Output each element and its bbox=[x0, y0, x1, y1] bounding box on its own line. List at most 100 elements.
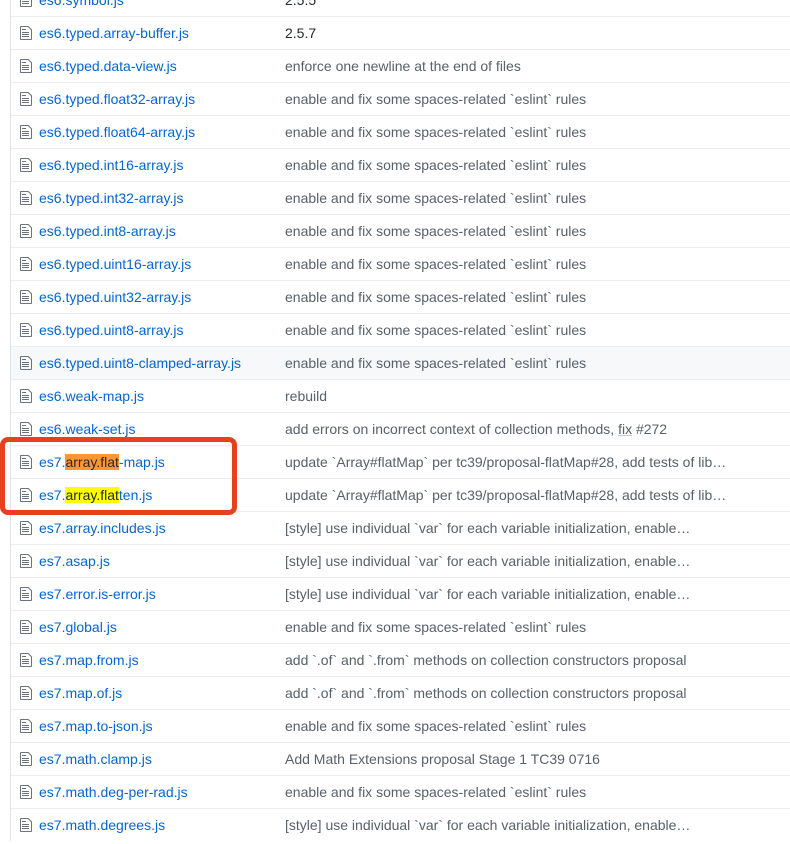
file-name-text: es6.symbol.js bbox=[39, 0, 124, 8]
file-name-link[interactable]: es6.typed.array-buffer.js bbox=[39, 25, 189, 41]
file-name-link[interactable]: es6.typed.uint16-array.js bbox=[39, 256, 191, 272]
file-name-link[interactable]: es6.typed.uint8-clamped-array.js bbox=[39, 355, 241, 371]
file-name-link[interactable]: es6.weak-map.js bbox=[39, 388, 144, 404]
commit-message-text: 2.5.5 bbox=[285, 0, 317, 8]
file-name-link[interactable]: es7.array.flat-map.js bbox=[39, 454, 165, 470]
file-text-icon bbox=[11, 553, 39, 569]
file-name-cell: es7.global.js bbox=[39, 619, 285, 635]
file-name-link[interactable]: es7.global.js bbox=[39, 619, 117, 635]
commit-message: enable and fix some spaces-related `esli… bbox=[285, 355, 790, 371]
file-text-icon bbox=[11, 586, 39, 602]
file-name-cell: es6.typed.uint8-clamped-array.js bbox=[39, 355, 285, 371]
commit-message: enable and fix some spaces-related `esli… bbox=[285, 784, 790, 800]
file-name-text: es7.map.from.js bbox=[39, 652, 139, 668]
commit-message-text: add `.of` and `.from` methods on collect… bbox=[285, 652, 687, 668]
commit-message-text: enable and fix some spaces-related `esli… bbox=[285, 190, 587, 206]
file-name-cell: es6.typed.int32-array.js bbox=[39, 190, 285, 206]
file-name-link[interactable]: es6.typed.float64-array.js bbox=[39, 124, 195, 140]
commit-message: 2.5.5 bbox=[285, 0, 790, 8]
file-name-cell: es6.typed.uint8-array.js bbox=[39, 322, 285, 338]
commit-message-link[interactable]: tc39/proposal-flatMap#28 bbox=[456, 487, 614, 503]
file-row: es6.symbol.js 2.5.5 bbox=[11, 0, 790, 16]
file-row: es6.weak-map.js rebuild bbox=[11, 379, 790, 412]
file-name-text: es6.typed.float64-array.js bbox=[39, 124, 196, 140]
file-row: es7.map.of.js add `.of` and `.from` metho… bbox=[11, 676, 790, 709]
commit-message: [style] use individual `var` for each va… bbox=[285, 553, 790, 569]
file-name-link[interactable]: es7.array.flatten.js bbox=[39, 487, 152, 503]
file-name-link[interactable]: es6.typed.float32-array.js bbox=[39, 91, 195, 107]
file-name-text: es7.map.to-json.js bbox=[39, 718, 153, 734]
commit-message-text: enable and fix some spaces-related `esli… bbox=[285, 157, 587, 173]
file-name-link[interactable]: es7.map.of.js bbox=[39, 685, 122, 701]
commit-message-text: [style] use individual `var` for each va… bbox=[285, 520, 691, 536]
commit-message: enable and fix some spaces-related `esli… bbox=[285, 256, 790, 272]
file-row: es6.typed.int16-array.js enable and fix s… bbox=[11, 148, 790, 181]
file-name-link[interactable]: es6.typed.uint8-array.js bbox=[39, 322, 183, 338]
file-text-icon bbox=[11, 223, 39, 239]
file-name-link[interactable]: es7.asap.js bbox=[39, 553, 110, 569]
file-text-icon bbox=[11, 124, 39, 140]
file-name-link[interactable]: es6.typed.int32-array.js bbox=[39, 190, 183, 206]
file-name-link[interactable]: es7.map.to-json.js bbox=[39, 718, 153, 734]
file-text-icon bbox=[11, 0, 39, 8]
file-name-cell: es6.typed.uint32-array.js bbox=[39, 289, 285, 305]
file-name-text: es7.array.includes.js bbox=[39, 520, 166, 536]
file-row: es6.typed.int8-array.js enable and fix so… bbox=[11, 214, 790, 247]
commit-message-text: [style] use individual `var` for each va… bbox=[285, 586, 691, 602]
file-row: es6.typed.float64-array.js enable and fix… bbox=[11, 115, 790, 148]
file-row: es6.typed.uint8-clamped-array.js enable a… bbox=[11, 346, 790, 379]
file-name-cell: es6.typed.data-view.js bbox=[39, 58, 285, 74]
file-row: es7.map.to-json.js enable and fix some sp… bbox=[11, 709, 790, 742]
file-name-link[interactable]: es6.typed.data-view.js bbox=[39, 58, 177, 74]
file-name-link[interactable]: es6.typed.int8-array.js bbox=[39, 223, 176, 239]
commit-message-text: enable and fix some spaces-related `esli… bbox=[285, 619, 587, 635]
file-text-icon bbox=[11, 388, 39, 404]
file-name-link[interactable]: es7.error.is-error.js bbox=[39, 586, 156, 602]
commit-message-text: enable and fix some spaces-related `esli… bbox=[285, 784, 587, 800]
commit-message-link[interactable]: tc39/proposal-flatMap#28 bbox=[456, 454, 614, 470]
file-name-link[interactable]: es6.symbol.js bbox=[39, 0, 124, 8]
file-text-icon bbox=[11, 25, 39, 41]
file-name-link[interactable]: es7.math.clamp.js bbox=[39, 751, 152, 767]
file-name-cell: es7.error.is-error.js bbox=[39, 586, 285, 602]
file-row: es6.typed.uint32-array.js enable and fix … bbox=[11, 280, 790, 313]
file-name-cell: es6.weak-set.js bbox=[39, 421, 285, 437]
file-text-icon bbox=[11, 817, 39, 833]
commit-message: enable and fix some spaces-related `esli… bbox=[285, 157, 790, 173]
file-name-text: es7.error.is-error.js bbox=[39, 586, 156, 602]
file-name-link[interactable]: es6.typed.int16-array.js bbox=[39, 157, 183, 173]
file-row: es7.array.flatten.js update `Array#flatMa… bbox=[11, 478, 790, 511]
commit-message: Add Math Extensions proposal Stage 1 TC3… bbox=[285, 751, 790, 767]
file-text-icon bbox=[11, 421, 39, 437]
file-name-text: es6.typed.int32-array.js bbox=[39, 190, 184, 206]
file-name-cell: es7.math.clamp.js bbox=[39, 751, 285, 767]
file-name-cell: es6.weak-map.js bbox=[39, 388, 285, 404]
file-text-icon bbox=[11, 322, 39, 338]
file-name-text: es6.typed.uint32-array.js bbox=[39, 289, 192, 305]
file-name-cell: es6.typed.int8-array.js bbox=[39, 223, 285, 239]
file-name-link[interactable]: es7.map.from.js bbox=[39, 652, 139, 668]
file-row: es7.array.flat-map.js update `Array#flatM… bbox=[11, 445, 790, 478]
file-row: es6.typed.array-buffer.js 2.5.7 bbox=[11, 16, 790, 49]
file-name-text: es6.weak-set.js bbox=[39, 421, 136, 437]
file-name-link[interactable]: es7.math.degrees.js bbox=[39, 817, 165, 833]
file-text-icon bbox=[11, 685, 39, 701]
file-text-icon bbox=[11, 718, 39, 734]
commit-message-text: enable and fix some spaces-related `esli… bbox=[285, 223, 587, 239]
file-name-cell: es6.typed.int16-array.js bbox=[39, 157, 285, 173]
file-row: es7.array.includes.js [style] use individ… bbox=[11, 511, 790, 544]
file-name-link[interactable]: es6.typed.uint32-array.js bbox=[39, 289, 191, 305]
file-name-cell: es7.asap.js bbox=[39, 553, 285, 569]
file-text-icon bbox=[11, 487, 39, 503]
file-name-link[interactable]: es7.array.includes.js bbox=[39, 520, 166, 536]
commit-message-link[interactable]: #272 bbox=[636, 421, 667, 437]
commit-message: add errors on incorrect context of colle… bbox=[285, 421, 790, 437]
file-name-link[interactable]: es7.math.deg-per-rad.js bbox=[39, 784, 188, 800]
file-name-link[interactable]: es6.weak-set.js bbox=[39, 421, 135, 437]
file-name-text: es6.typed.int8-array.js bbox=[39, 223, 176, 239]
file-name-text: es7.math.degrees.js bbox=[39, 817, 166, 833]
commit-message-link[interactable]: fix bbox=[618, 421, 632, 437]
commit-message-text: enforce one newline at the end of files bbox=[285, 58, 521, 74]
file-name-text: es6.typed.uint16-array.js bbox=[39, 256, 192, 272]
commit-message-text: update `Array#flatMap` per bbox=[285, 454, 457, 470]
